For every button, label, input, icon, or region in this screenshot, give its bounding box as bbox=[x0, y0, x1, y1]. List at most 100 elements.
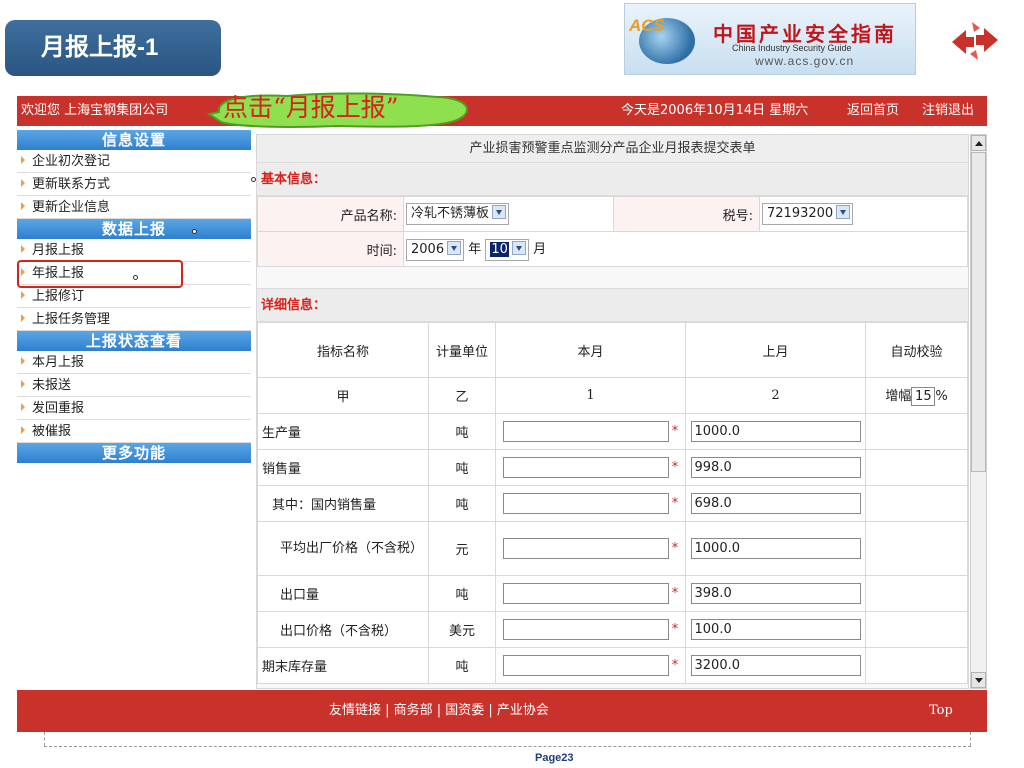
sidebar-item-update-company[interactable]: 更新企业信息 bbox=[17, 196, 251, 219]
required-mark: * bbox=[671, 460, 679, 475]
highlight-annotation bbox=[17, 260, 183, 288]
current-month-input[interactable] bbox=[502, 493, 669, 514]
welcome-text: 欢迎您 上海宝钢集团公司 bbox=[21, 103, 169, 118]
current-month-input[interactable] bbox=[502, 421, 669, 442]
previous-month-value: 3200.0 bbox=[690, 655, 861, 676]
table-row: 出口量 吨 * 398.0 bbox=[257, 575, 968, 612]
previous-month-value: 698.0 bbox=[690, 493, 861, 514]
current-month-input[interactable] bbox=[502, 619, 669, 640]
current-month-input[interactable] bbox=[502, 538, 669, 559]
chevron-down-icon bbox=[447, 240, 462, 255]
arrow-icon bbox=[21, 426, 25, 434]
arrow-icon bbox=[21, 380, 25, 388]
required-mark: * bbox=[671, 424, 679, 439]
logout-link[interactable]: 注销退出 bbox=[922, 96, 974, 126]
arrow-icon bbox=[21, 179, 25, 187]
row-name: 出口价格（不含税） bbox=[257, 611, 429, 648]
sidebar-item-task-management[interactable]: 上报任务管理 bbox=[17, 308, 251, 331]
top-bar: 欢迎您 上海宝钢集团公司 今天是2006年10月14日 星期六 返回首页 注销退… bbox=[17, 96, 987, 126]
chevron-down-icon bbox=[511, 240, 526, 255]
year-unit: 年 bbox=[468, 241, 482, 257]
auto-check-prefix: 增幅 bbox=[885, 389, 912, 404]
col-header-auto-check: 自动校验 bbox=[865, 322, 968, 378]
vertical-scrollbar[interactable] bbox=[970, 134, 987, 689]
previous-month-value: 998.0 bbox=[690, 457, 861, 478]
back-to-top-link[interactable]: Top bbox=[929, 690, 953, 732]
dashed-border bbox=[970, 732, 971, 746]
subheader-b: 乙 bbox=[428, 377, 496, 414]
row-name: 销售量 bbox=[257, 449, 429, 486]
arrow-icon bbox=[21, 245, 25, 253]
table-row: 其中：国内销售量 吨 * 698.0 bbox=[257, 485, 968, 522]
sidebar-item-returned[interactable]: 发回重报 bbox=[17, 397, 251, 420]
growth-rate-input[interactable]: 15 bbox=[911, 387, 936, 406]
scroll-thumb[interactable] bbox=[971, 152, 986, 472]
row-name: 出口量 bbox=[257, 575, 429, 612]
acs-logo: ACS 中国产业安全指南 China Industry Security Gui… bbox=[624, 3, 916, 75]
callout-text: 点击“月报上报” bbox=[223, 93, 399, 122]
row-unit: 吨 bbox=[428, 413, 496, 450]
col-header-unit: 计量单位 bbox=[428, 322, 496, 378]
required-mark: * bbox=[671, 541, 679, 556]
product-label: 产品名称: bbox=[257, 196, 404, 232]
sidebar-section-info-settings: 信息设置 bbox=[17, 130, 251, 150]
main-form-panel: 产业损害预警重点监测分产品企业月报表提交表单 基本信息： 产品名称: 冷轧不锈薄… bbox=[256, 134, 969, 689]
sidebar-item-update-contact[interactable]: 更新联系方式 bbox=[17, 173, 251, 196]
cursor-dot bbox=[133, 275, 138, 280]
row-unit: 吨 bbox=[428, 485, 496, 522]
brand-mark-icon bbox=[952, 22, 998, 60]
row-unit: 吨 bbox=[428, 449, 496, 486]
previous-month-value: 398.0 bbox=[690, 583, 861, 604]
sidebar-section-data-report: 数据上报 bbox=[17, 219, 251, 239]
auto-check-unit: % bbox=[935, 389, 948, 404]
page-number: Page23 bbox=[535, 752, 574, 764]
product-select[interactable]: 冷轧不锈薄板 bbox=[406, 203, 510, 225]
tax-select[interactable]: 72193200 bbox=[762, 203, 854, 225]
table-row: 生产量 吨 * 1000.0 bbox=[257, 413, 968, 450]
arrow-icon bbox=[21, 314, 25, 322]
previous-month-value: 1000.0 bbox=[690, 421, 861, 442]
scroll-down-icon[interactable] bbox=[971, 672, 986, 688]
subheader-a: 甲 bbox=[257, 377, 429, 414]
sidebar-item-urged[interactable]: 被催报 bbox=[17, 420, 251, 443]
current-month-input[interactable] bbox=[502, 457, 669, 478]
required-mark: * bbox=[671, 586, 679, 601]
sidebar-item-monthly-report[interactable]: 月报上报 bbox=[17, 239, 251, 262]
sidebar-item-this-month[interactable]: 本月上报 bbox=[17, 351, 251, 374]
row-unit: 吨 bbox=[428, 575, 496, 612]
current-month-input[interactable] bbox=[502, 655, 669, 676]
home-link[interactable]: 返回首页 bbox=[847, 96, 899, 126]
arrow-icon bbox=[21, 291, 25, 299]
logo-url-text: www.acs.gov.cn bbox=[755, 54, 855, 68]
footer-links[interactable]: 友情链接 | 商务部 | 国资委 | 产业协会 bbox=[329, 690, 549, 732]
month-select[interactable]: 10 bbox=[485, 238, 529, 261]
col-header-previous: 上月 bbox=[685, 322, 866, 378]
table-row: 平均出厂价格（不含税） 元 * 1000.0 bbox=[257, 521, 968, 576]
table-row: 销售量 吨 * 998.0 bbox=[257, 449, 968, 486]
month-unit: 月 bbox=[533, 241, 547, 257]
scroll-up-icon[interactable] bbox=[971, 135, 986, 151]
chevron-down-icon bbox=[836, 205, 851, 219]
col-header-current: 本月 bbox=[495, 322, 686, 378]
sidebar-item-report-revision[interactable]: 上报修订 bbox=[17, 285, 251, 308]
current-month-input[interactable] bbox=[502, 583, 669, 604]
row-name: 平均出厂价格（不含税） bbox=[257, 521, 429, 576]
arrow-icon bbox=[21, 357, 25, 365]
sidebar-item-not-submitted[interactable]: 未报送 bbox=[17, 374, 251, 397]
tax-label: 税号: bbox=[613, 196, 760, 232]
col-header-name: 指标名称 bbox=[257, 322, 429, 378]
subheader-1: 1 bbox=[495, 377, 686, 414]
previous-month-value: 1000.0 bbox=[690, 538, 861, 559]
year-select[interactable]: 2006 bbox=[406, 238, 465, 261]
detail-info-header: 详细信息： bbox=[257, 288, 968, 322]
basic-info-header: 基本信息： bbox=[257, 163, 968, 196]
row-name: 期末库存量 bbox=[257, 647, 429, 684]
sidebar-section-more: 更多功能 bbox=[17, 443, 251, 463]
logo-acs-text: ACS bbox=[629, 16, 665, 35]
sidebar-item-initial-registration[interactable]: 企业初次登记 bbox=[17, 150, 251, 173]
dashed-border bbox=[44, 732, 45, 746]
previous-month-value: 100.0 bbox=[690, 619, 861, 640]
row-unit: 元 bbox=[428, 521, 496, 576]
form-title: 产业损害预警重点监测分产品企业月报表提交表单 bbox=[257, 135, 968, 163]
required-mark: * bbox=[671, 658, 679, 673]
